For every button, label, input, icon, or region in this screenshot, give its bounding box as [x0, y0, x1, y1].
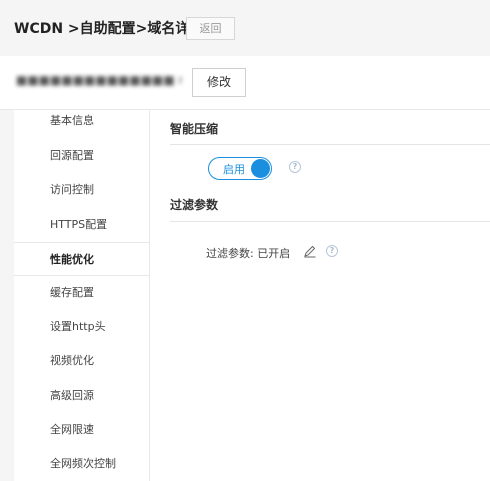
sidebar-item-basic-info[interactable]: 基本信息	[14, 104, 149, 138]
sidebar-item-access-control[interactable]: 访问控制	[14, 173, 149, 207]
pencil-icon[interactable]	[303, 244, 317, 258]
section-divider	[170, 144, 490, 145]
sidebar-item-cache-config[interactable]: 缓存配置	[14, 276, 149, 310]
sidebar-item-video-optimization[interactable]: 视频优化	[14, 344, 149, 378]
sidebar-item-https-config[interactable]: HTTPS配置	[14, 208, 149, 242]
sidebar-item-frequency-control[interactable]: 全网频次控制	[14, 447, 149, 481]
section-title-compression: 智能压缩	[170, 122, 219, 136]
question-circle-icon[interactable]: ?	[326, 245, 338, 257]
sidebar-item-http-header[interactable]: 设置http头	[14, 310, 149, 344]
section-divider	[170, 221, 490, 222]
domain-row: ■■■■■■■■■■■■■■ n 修改	[0, 56, 490, 110]
main-content: 智能压缩 启用 ? 过滤参数 过滤参数: 已开启 ?	[150, 110, 490, 481]
sidebar: 基本信息 回源配置 访问控制 HTTPS配置 性能优化 缓存配置 设置http头…	[14, 110, 149, 481]
toggle-knob	[251, 159, 270, 178]
top-bar: WCDN >自助配置>域名详情 返回	[0, 0, 490, 56]
toggle-label: 启用	[223, 163, 245, 176]
edit-domain-button[interactable]: 修改	[192, 68, 246, 97]
compression-toggle[interactable]: 启用	[208, 157, 272, 180]
filter-status-value: 已开启	[257, 247, 291, 260]
filter-status: 过滤参数: 已开启	[206, 245, 290, 261]
back-button[interactable]: 返回	[186, 17, 235, 40]
sidebar-item-rate-limit[interactable]: 全网限速	[14, 413, 149, 447]
section-title-filter: 过滤参数	[170, 198, 219, 212]
filter-status-label: 过滤参数:	[206, 247, 254, 260]
domain-name: ■■■■■■■■■■■■■■ n	[16, 73, 182, 87]
question-circle-icon[interactable]: ?	[289, 161, 301, 173]
sidebar-item-origin-config[interactable]: 回源配置	[14, 139, 149, 173]
page: WCDN >自助配置>域名详情 返回 ■■■■■■■■■■■■■■ n 修改 基…	[0, 0, 490, 481]
sidebar-item-performance[interactable]: 性能优化	[14, 242, 149, 276]
breadcrumb: WCDN >自助配置>域名详情	[14, 21, 204, 37]
sidebar-item-advanced-origin[interactable]: 高级回源	[14, 379, 149, 413]
